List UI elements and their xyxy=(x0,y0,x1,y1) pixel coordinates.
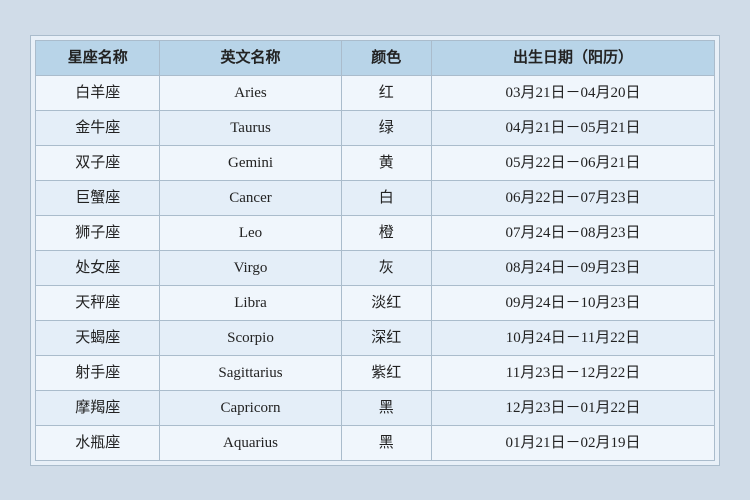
table-header-row: 星座名称 英文名称 颜色 出生日期（阳历） xyxy=(36,40,715,75)
cell-color: 深红 xyxy=(341,320,432,355)
cell-color: 红 xyxy=(341,75,432,110)
cell-date: 03月21日－04月20日 xyxy=(432,75,715,110)
cell-en: Sagittarius xyxy=(160,355,341,390)
cell-date: 12月23日－01月22日 xyxy=(432,390,715,425)
cell-color: 淡红 xyxy=(341,285,432,320)
cell-zh: 金牛座 xyxy=(36,110,160,145)
cell-zh: 摩羯座 xyxy=(36,390,160,425)
cell-date: 10月24日－11月22日 xyxy=(432,320,715,355)
cell-en: Libra xyxy=(160,285,341,320)
cell-date: 05月22日－06月21日 xyxy=(432,145,715,180)
cell-zh: 射手座 xyxy=(36,355,160,390)
cell-date: 07月24日－08月23日 xyxy=(432,215,715,250)
cell-color: 灰 xyxy=(341,250,432,285)
cell-date: 04月21日－05月21日 xyxy=(432,110,715,145)
table-row: 天秤座Libra淡红09月24日－10月23日 xyxy=(36,285,715,320)
cell-zh: 双子座 xyxy=(36,145,160,180)
header-en: 英文名称 xyxy=(160,40,341,75)
cell-en: Gemini xyxy=(160,145,341,180)
cell-en: Leo xyxy=(160,215,341,250)
cell-zh: 处女座 xyxy=(36,250,160,285)
cell-en: Capricorn xyxy=(160,390,341,425)
zodiac-table: 星座名称 英文名称 颜色 出生日期（阳历） 白羊座Aries红03月21日－04… xyxy=(35,40,715,461)
cell-zh: 巨蟹座 xyxy=(36,180,160,215)
cell-zh: 天秤座 xyxy=(36,285,160,320)
cell-color: 白 xyxy=(341,180,432,215)
cell-color: 紫红 xyxy=(341,355,432,390)
table-row: 摩羯座Capricorn黑12月23日－01月22日 xyxy=(36,390,715,425)
cell-date: 01月21日－02月19日 xyxy=(432,425,715,460)
table-row: 金牛座Taurus绿04月21日－05月21日 xyxy=(36,110,715,145)
cell-en: Aquarius xyxy=(160,425,341,460)
header-color: 颜色 xyxy=(341,40,432,75)
cell-en: Aries xyxy=(160,75,341,110)
cell-zh: 水瓶座 xyxy=(36,425,160,460)
table-row: 狮子座Leo橙07月24日－08月23日 xyxy=(36,215,715,250)
table-row: 天蝎座Scorpio深红10月24日－11月22日 xyxy=(36,320,715,355)
cell-zh: 天蝎座 xyxy=(36,320,160,355)
table-row: 射手座Sagittarius紫红11月23日－12月22日 xyxy=(36,355,715,390)
header-zh: 星座名称 xyxy=(36,40,160,75)
cell-color: 橙 xyxy=(341,215,432,250)
table-row: 白羊座Aries红03月21日－04月20日 xyxy=(36,75,715,110)
cell-color: 黑 xyxy=(341,390,432,425)
header-date: 出生日期（阳历） xyxy=(432,40,715,75)
table-row: 处女座Virgo灰08月24日－09月23日 xyxy=(36,250,715,285)
cell-zh: 狮子座 xyxy=(36,215,160,250)
cell-en: Taurus xyxy=(160,110,341,145)
cell-en: Virgo xyxy=(160,250,341,285)
zodiac-table-container: 星座名称 英文名称 颜色 出生日期（阳历） 白羊座Aries红03月21日－04… xyxy=(30,35,720,466)
cell-date: 08月24日－09月23日 xyxy=(432,250,715,285)
table-row: 水瓶座Aquarius黑01月21日－02月19日 xyxy=(36,425,715,460)
cell-date: 06月22日－07月23日 xyxy=(432,180,715,215)
cell-color: 黑 xyxy=(341,425,432,460)
cell-date: 09月24日－10月23日 xyxy=(432,285,715,320)
table-row: 双子座Gemini黄05月22日－06月21日 xyxy=(36,145,715,180)
table-row: 巨蟹座Cancer白06月22日－07月23日 xyxy=(36,180,715,215)
cell-en: Scorpio xyxy=(160,320,341,355)
cell-date: 11月23日－12月22日 xyxy=(432,355,715,390)
cell-zh: 白羊座 xyxy=(36,75,160,110)
cell-color: 绿 xyxy=(341,110,432,145)
cell-color: 黄 xyxy=(341,145,432,180)
cell-en: Cancer xyxy=(160,180,341,215)
